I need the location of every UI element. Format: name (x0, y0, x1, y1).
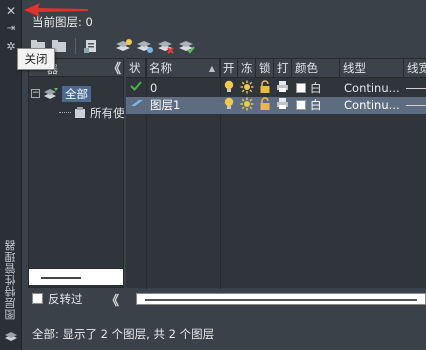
color-name: 白 (310, 81, 322, 95)
unlock-icon[interactable] (259, 97, 273, 114)
col-status[interactable]: 状 (126, 59, 146, 78)
autohide-icon[interactable]: ⇥ (3, 22, 19, 36)
filter-icon (44, 87, 58, 99)
sun-thaw-icon[interactable] (240, 80, 256, 97)
col-name-label: 名称 (149, 61, 172, 75)
layer-name[interactable]: 0 (150, 80, 218, 97)
color-swatch (296, 100, 306, 110)
sort-up-icon: ▲ (208, 64, 215, 73)
col-color[interactable]: 颜色 (292, 59, 340, 78)
col-name[interactable]: 名称 ▲ (146, 59, 220, 78)
layer-status-icon (130, 97, 146, 114)
list-hscrollbar[interactable] (136, 293, 426, 305)
col-plot[interactable]: 打 (274, 59, 292, 78)
toolbar-separator (75, 38, 76, 54)
linetype-cell[interactable]: Continu... (344, 80, 404, 97)
col-freeze[interactable]: 冻 (238, 59, 256, 78)
lineweight-cell[interactable] (402, 97, 426, 114)
tree-connector (59, 112, 71, 113)
col-lineweight[interactable]: 线宽 (404, 59, 426, 78)
color-name: 白 (310, 98, 322, 112)
tree-node-used[interactable]: 所有使 (59, 104, 125, 121)
tree-node-all-label: 全部 (62, 85, 91, 102)
layer-list-header: 状 名称 ▲ 开 冻 锁 打 颜色 线型 线宽 (126, 59, 426, 78)
invert-filter-checkbox[interactable] (32, 293, 43, 304)
col-lock[interactable]: 锁 (256, 59, 274, 78)
collapse-tree-icon[interactable]: 《 (108, 58, 121, 77)
new-layer-icon[interactable] (114, 37, 134, 55)
linetype-cell[interactable]: Continu... (344, 97, 404, 114)
lineweight-line (406, 88, 426, 89)
printer-icon[interactable] (276, 80, 290, 97)
palette-title: 图层特性管理器 (4, 239, 17, 321)
col-linetype[interactable]: 线型 (340, 59, 404, 78)
layer-row[interactable]: 0 白 Continu... (126, 80, 426, 97)
close-tooltip: 关闭 (17, 48, 55, 70)
invert-filter-label: 反转过 (48, 292, 83, 306)
annotation-arrow-icon (24, 3, 88, 17)
col-on[interactable]: 开 (220, 59, 238, 78)
color-swatch (296, 83, 306, 93)
color-cell[interactable]: 白 (296, 80, 340, 97)
collapse-filter-icon[interactable]: 《 (106, 290, 119, 309)
layer-icon (3, 330, 19, 344)
current-check-icon (130, 80, 146, 97)
layer-row-selected[interactable]: 图层1 白 Continu... (126, 97, 426, 114)
filter-row: 反转过 《 (28, 288, 426, 310)
delete-layer-icon[interactable] (156, 37, 176, 55)
layer-properties-panel: 当前图层: 0 器 《 − 全部 (22, 0, 426, 350)
lineweight-cell[interactable] (402, 80, 426, 97)
new-layer-vp-frozen-icon[interactable] (135, 37, 155, 55)
printer-icon[interactable] (276, 97, 290, 114)
unlock-icon[interactable] (259, 80, 273, 97)
collapse-node-icon[interactable]: − (31, 89, 40, 98)
bulb-on-icon[interactable] (223, 97, 237, 114)
layer-list: 状 名称 ▲ 开 冻 锁 打 颜色 线型 线宽 0 白 Continu... 图… (126, 58, 426, 289)
lineweight-line (406, 105, 426, 106)
set-current-icon[interactable] (177, 37, 197, 55)
tree-hscrollbar[interactable] (28, 268, 124, 286)
close-icon[interactable]: ✕ (3, 4, 19, 18)
layer-filter-icon (75, 106, 85, 118)
status-text: 全部: 显示了 2 个图层, 共 2 个图层 (32, 327, 215, 341)
tree-node-all[interactable]: − 全部 (31, 85, 91, 102)
filter-tree: 器 《 − 全部 所有使 (28, 58, 125, 288)
color-cell[interactable]: 白 (296, 97, 340, 114)
tree-node-used-label: 所有使 (90, 105, 125, 120)
layer-name[interactable]: 图层1 (150, 97, 218, 114)
state-manager-icon[interactable] (81, 37, 101, 55)
bulb-on-icon[interactable] (223, 80, 237, 97)
sun-thaw-icon[interactable] (240, 97, 256, 114)
